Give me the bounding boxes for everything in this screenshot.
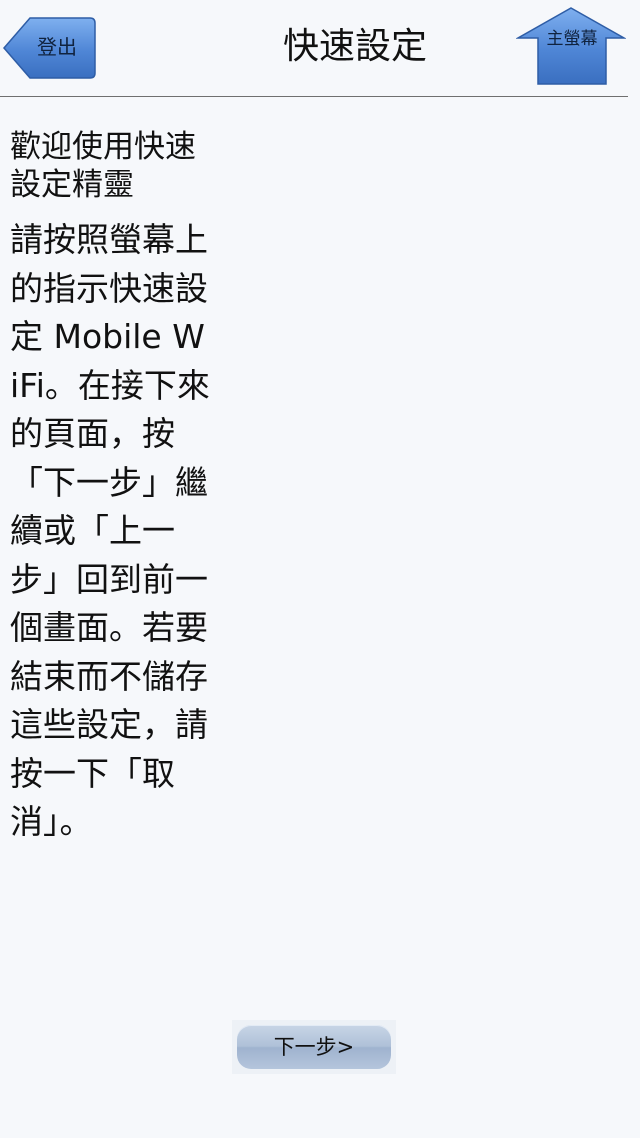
next-button[interactable]: 下一步> [232, 1020, 396, 1074]
wizard-content: 歡迎使用快速設定精靈 請按照螢幕上的指示快速設定 Mobile WiFi。在接下… [10, 128, 220, 847]
next-button-label: 下一步> [273, 1035, 355, 1059]
home-screen-button[interactable]: 主螢幕 [516, 6, 626, 86]
logout-label: 登出 [37, 35, 77, 59]
header-bar: 登出 快速設定 主螢幕 [0, 0, 628, 97]
logout-button[interactable]: 登出 [2, 16, 96, 80]
next-button-face: 下一步> [237, 1025, 391, 1069]
instructions-text: 請按照螢幕上的指示快速設定 Mobile WiFi。在接下來的頁面，按「下一步」… [10, 220, 210, 841]
welcome-heading: 歡迎使用快速設定精靈 [10, 129, 196, 203]
home-screen-label: 主螢幕 [546, 29, 598, 49]
page-title: 快速設定 [282, 26, 427, 67]
